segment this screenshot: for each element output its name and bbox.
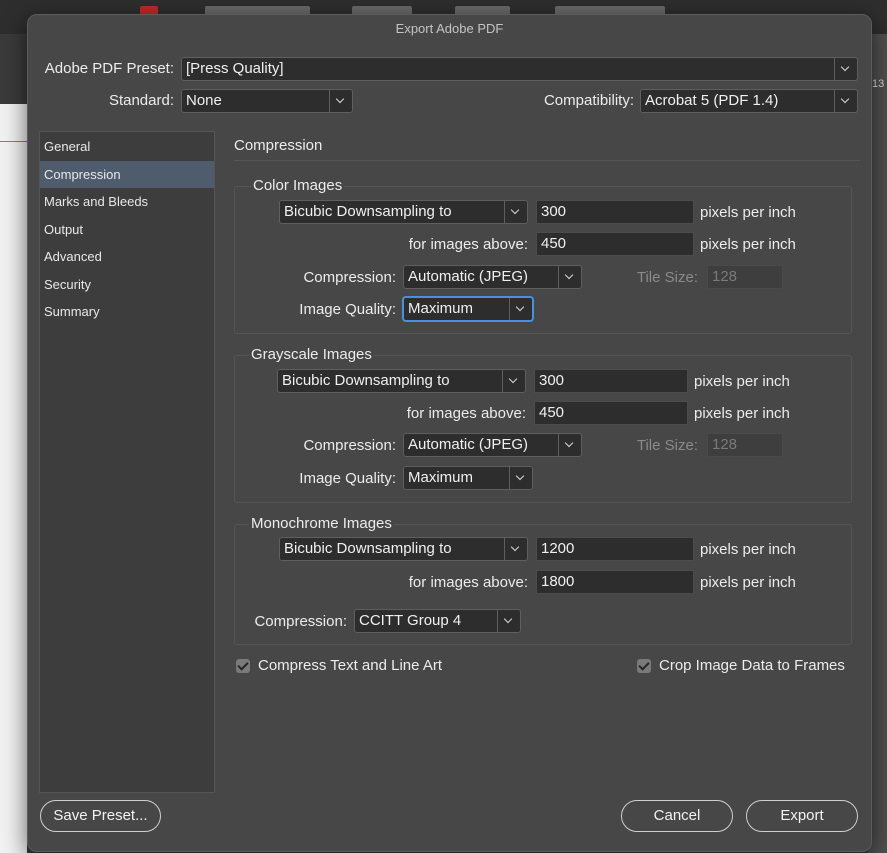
chevron-down-icon [509, 298, 532, 320]
monochrome-compression-label: Compression: [254, 613, 347, 630]
color-tile-label: Tile Size: [636, 269, 698, 286]
compatibility-value: Acrobat 5 (PDF 1.4) [645, 92, 779, 109]
grayscale-images-title: Grayscale Images [249, 346, 374, 363]
sidebar-item-marks-and-bleeds[interactable]: Marks and Bleeds [40, 188, 214, 215]
chevron-down-icon [504, 538, 527, 560]
dialog-title: Export Adobe PDF [395, 21, 504, 36]
standard-select[interactable]: None [181, 89, 353, 113]
grayscale-compression-select[interactable]: Automatic (JPEG) [403, 433, 582, 457]
grayscale-ppi-input[interactable]: 300 [534, 369, 688, 393]
compatibility-label: Compatibility: [543, 92, 634, 109]
color-ppi-unit: pixels per inch [700, 204, 796, 221]
chevron-down-icon [558, 266, 581, 288]
grayscale-tile-label: Tile Size: [636, 437, 698, 454]
export-button[interactable]: Export [746, 800, 858, 832]
color-quality-value: Maximum [408, 300, 474, 317]
chevron-down-icon [509, 467, 532, 489]
crop-image-label: Crop Image Data to Frames [659, 657, 845, 674]
color-compression-value: Automatic (JPEG) [408, 268, 529, 285]
grayscale-above-input[interactable]: 450 [534, 401, 688, 425]
compress-text-checkbox[interactable] [236, 659, 250, 673]
monochrome-above-input[interactable]: 1800 [536, 570, 694, 594]
grayscale-quality-value: Maximum [408, 469, 474, 486]
color-above-unit: pixels per inch [700, 236, 796, 253]
monochrome-ppi-input[interactable]: 1200 [536, 537, 694, 561]
sidebar-item-general[interactable]: General [40, 133, 214, 160]
standard-label: Standard: [108, 92, 174, 109]
chevron-down-icon [504, 201, 527, 223]
crop-image-checkbox[interactable] [637, 659, 651, 673]
chevron-down-icon [834, 58, 857, 80]
grayscale-sampling-select[interactable]: Bicubic Downsampling to [277, 369, 526, 393]
sidebar-item-summary[interactable]: Summary [40, 298, 214, 325]
color-images-title: Color Images [251, 177, 345, 194]
color-above-label: for images above: [408, 236, 528, 253]
monochrome-above-unit: pixels per inch [700, 574, 796, 591]
grayscale-sampling-value: Bicubic Downsampling to [282, 372, 450, 389]
color-quality-select[interactable]: Maximum [403, 297, 533, 321]
chevron-down-icon [502, 370, 525, 392]
monochrome-images-title: Monochrome Images [249, 515, 394, 532]
monochrome-ppi-unit: pixels per inch [700, 541, 796, 558]
monochrome-sampling-value: Bicubic Downsampling to [284, 540, 452, 557]
color-compression-select[interactable]: Automatic (JPEG) [403, 265, 582, 289]
preset-select[interactable]: [Press Quality] [181, 57, 858, 81]
grayscale-quality-label: Image Quality: [299, 470, 396, 487]
grayscale-above-label: for images above: [406, 405, 526, 422]
grayscale-above-unit: pixels per inch [694, 405, 790, 422]
grayscale-compression-value: Automatic (JPEG) [408, 436, 529, 453]
cancel-button[interactable]: Cancel [621, 800, 733, 832]
monochrome-compression-value: CCITT Group 4 [359, 612, 462, 629]
sidebar-item-advanced[interactable]: Advanced [40, 243, 214, 270]
color-compression-label: Compression: [303, 269, 396, 286]
ruler-number: 13 [872, 78, 885, 90]
grayscale-compression-label: Compression: [303, 437, 396, 454]
save-preset-button[interactable]: Save Preset... [40, 800, 161, 832]
monochrome-sampling-select[interactable]: Bicubic Downsampling to [279, 537, 528, 561]
sidebar-item-output[interactable]: Output [40, 216, 214, 243]
sidebar: General Compression Marks and Bleeds Out… [39, 131, 215, 793]
compress-text-label: Compress Text and Line Art [258, 657, 442, 674]
color-sampling-value: Bicubic Downsampling to [284, 203, 452, 220]
monochrome-above-label: for images above: [408, 574, 528, 591]
grayscale-ppi-unit: pixels per inch [694, 373, 790, 390]
standard-value: None [186, 92, 222, 109]
color-ppi-input[interactable]: 300 [536, 200, 694, 224]
panel-title: Compression [234, 137, 323, 154]
color-sampling-select[interactable]: Bicubic Downsampling to [279, 200, 528, 224]
preset-label: Adobe PDF Preset: [44, 60, 174, 77]
chevron-down-icon [329, 90, 352, 112]
panel-divider [234, 160, 860, 161]
color-quality-label: Image Quality: [299, 301, 396, 318]
document-page [0, 104, 27, 853]
color-tile-input[interactable]: 128 [707, 265, 783, 289]
sidebar-item-compression[interactable]: Compression [40, 161, 214, 188]
chevron-down-icon [834, 90, 857, 112]
chevron-down-icon [497, 610, 520, 632]
compatibility-select[interactable]: Acrobat 5 (PDF 1.4) [640, 89, 858, 113]
export-pdf-dialog: Export Adobe PDF Adobe PDF Preset: [Pres… [27, 14, 872, 852]
bleed-guide [0, 141, 27, 142]
preset-value: [Press Quality] [186, 60, 284, 77]
monochrome-compression-select[interactable]: CCITT Group 4 [354, 609, 521, 633]
grayscale-quality-select[interactable]: Maximum [403, 466, 533, 490]
color-above-input[interactable]: 450 [536, 232, 694, 256]
grayscale-tile-input[interactable]: 128 [707, 433, 783, 457]
sidebar-item-security[interactable]: Security [40, 271, 214, 298]
chevron-down-icon [558, 434, 581, 456]
